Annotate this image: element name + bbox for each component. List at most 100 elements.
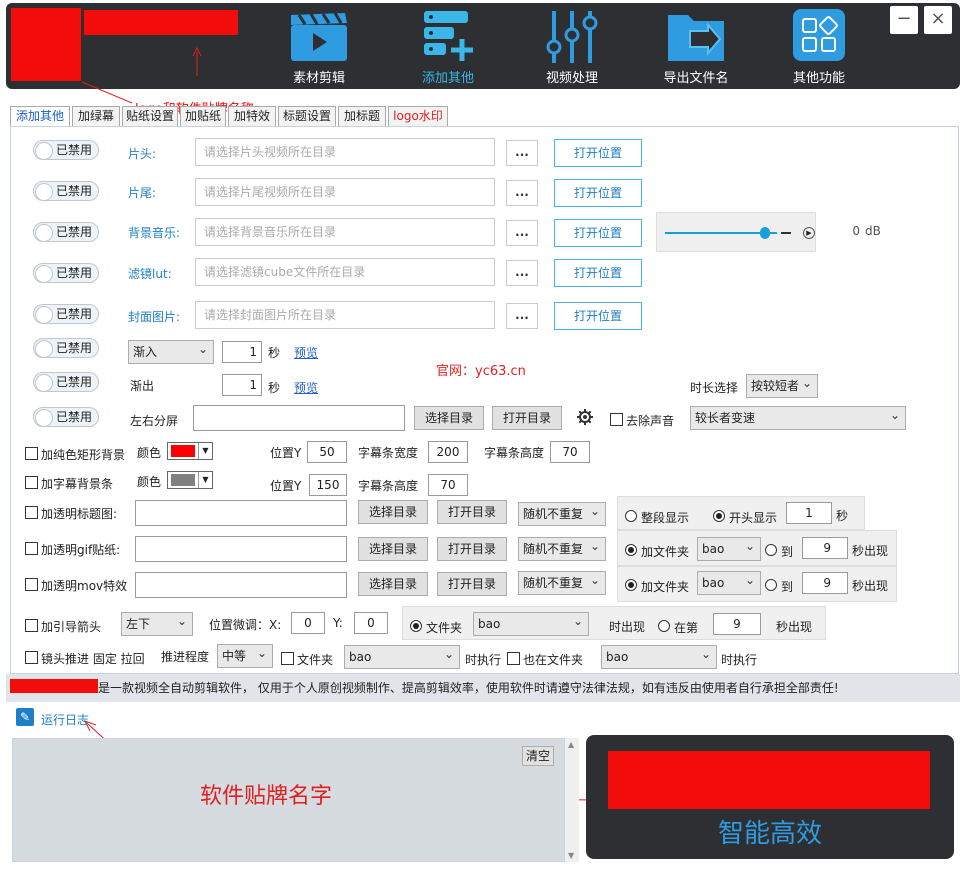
solid-width-input[interactable]: 200 [428, 441, 468, 463]
bgm-toggle[interactable]: 已禁用 [33, 222, 99, 242]
log-scrollbar[interactable]: ▲ ▼ [565, 738, 579, 862]
lens-folder-checkbox[interactable]: 文件夹 [281, 651, 333, 668]
gif-path[interactable] [135, 536, 347, 562]
lens-folder-select[interactable]: bao [344, 643, 460, 669]
gear-icon[interactable] [576, 408, 594, 426]
intro-open-button[interactable]: 打开位置 [554, 139, 642, 167]
sub-pos-input[interactable]: 150 [309, 474, 347, 496]
mov-to-radio[interactable]: 到 [765, 578, 793, 595]
mov-seconds-input[interactable]: 9 [802, 572, 848, 594]
intro-browse-button[interactable]: ... [506, 140, 538, 166]
fadein-select[interactable]: 渐入 [128, 338, 214, 364]
play-icon[interactable]: ▶ [803, 227, 815, 239]
tab-logo-watermark[interactable]: logo水印 [388, 106, 448, 126]
solid-height-input[interactable]: 70 [550, 441, 590, 463]
arrow-at-radio[interactable]: 在第 [658, 619, 698, 636]
solid-pos-input[interactable]: 50 [307, 441, 347, 463]
fadein-toggle[interactable]: 已禁用 [33, 338, 99, 358]
volume-slider-thumb[interactable] [760, 227, 771, 239]
tab-add-other[interactable]: 添加其他 [10, 106, 70, 127]
intro-toggle[interactable]: 已禁用 [33, 140, 99, 160]
cover-path-input[interactable]: 请选择封面图片所在目录 [195, 301, 495, 329]
split-toggle[interactable]: 已禁用 [33, 407, 99, 427]
arrow-seconds-input[interactable]: 9 [713, 613, 761, 635]
mov-mode-select[interactable]: 随机不重复 [518, 569, 606, 595]
sub-height-input[interactable]: 70 [428, 474, 468, 496]
volume-value[interactable]: 0 [826, 224, 860, 238]
mute-checkbox[interactable]: 去除声音 [610, 412, 674, 429]
intro-path-input[interactable]: 请选择片头视频所在目录 [195, 138, 495, 166]
push-degree-select[interactable]: 中等 [217, 642, 273, 668]
cover-toggle[interactable]: 已禁用 [33, 304, 99, 324]
title-open-button[interactable]: 打开目录 [437, 500, 507, 524]
lut-toggle[interactable]: 已禁用 [33, 263, 99, 283]
mov-folder-select[interactable]: bao [697, 569, 761, 595]
mov-open-button[interactable]: 打开目录 [437, 572, 507, 596]
gif-folder-select[interactable]: bao [697, 535, 761, 561]
split-choose-button[interactable]: 选择目录 [414, 406, 484, 430]
gif-folder-radio[interactable]: 加文件夹 [625, 543, 689, 560]
outro-path-input[interactable]: 请选择片尾视频所在目录 [195, 178, 495, 206]
solid-bg-checkbox[interactable]: 加纯色矩形背景 [25, 446, 125, 463]
fadeout-preview-link[interactable]: 预览 [294, 379, 318, 396]
arrow-x-input[interactable]: 0 [291, 612, 325, 634]
tab-sticker-settings[interactable]: 贴纸设置 [122, 106, 178, 126]
lut-browse-button[interactable]: ... [506, 260, 538, 286]
whole-display-radio[interactable]: 整段显示 [625, 509, 689, 526]
title-choose-button[interactable]: 选择目录 [358, 500, 428, 524]
bgm-browse-button[interactable]: ... [506, 220, 538, 246]
outro-toggle[interactable]: 已禁用 [33, 181, 99, 201]
fadeout-seconds[interactable]: 1 [222, 374, 262, 396]
sub-color-picker[interactable]: ▼ [167, 471, 213, 489]
mov-choose-button[interactable]: 选择目录 [358, 572, 428, 596]
title-image-checkbox[interactable]: 加透明标题图: [25, 505, 117, 522]
lens-also-select[interactable]: bao [601, 643, 717, 669]
solid-color-picker[interactable]: ▼ [167, 442, 213, 460]
outro-browse-button[interactable]: ... [506, 180, 538, 206]
tab-title-settings[interactable]: 标题设置 [278, 106, 336, 126]
arrow-checkbox[interactable]: 加引导箭头 [25, 618, 101, 635]
clear-log-button[interactable]: 清空 [522, 746, 554, 766]
gif-choose-button[interactable]: 选择目录 [358, 537, 428, 561]
lens-also-checkbox[interactable]: 也在文件夹 [507, 651, 583, 668]
mov-checkbox[interactable]: 加透明mov特效 [25, 577, 127, 594]
mov-folder-radio[interactable]: 加文件夹 [625, 578, 689, 595]
split-path-input[interactable] [193, 405, 405, 431]
title-image-path[interactable] [135, 500, 347, 526]
duration-select[interactable]: 按较短者 [746, 372, 818, 398]
gif-mode-select[interactable]: 随机不重复 [518, 535, 606, 561]
gif-open-button[interactable]: 打开目录 [437, 537, 507, 561]
start-display-radio[interactable]: 开头显示 [713, 509, 777, 526]
sub-bg-checkbox[interactable]: 加字幕背景条 [25, 475, 113, 492]
mov-path[interactable] [135, 572, 347, 598]
tab-green-screen[interactable]: 加绿幕 [72, 106, 120, 126]
tab-add-title[interactable]: 加标题 [338, 106, 386, 126]
arrow-folder-select[interactable]: bao [473, 610, 589, 636]
solid-pos-label: 位置Y [270, 446, 302, 460]
gif-checkbox[interactable]: 加透明gif贴纸: [25, 541, 120, 558]
lens-push-checkbox[interactable]: 镜头推进 固定 拉回 [25, 650, 145, 667]
split-open-button[interactable]: 打开目录 [492, 406, 562, 430]
outro-open-button[interactable]: 打开位置 [554, 179, 642, 207]
gif-to-radio[interactable]: 到 [765, 543, 793, 560]
cover-open-button[interactable]: 打开位置 [554, 302, 642, 330]
title-mode-select[interactable]: 随机不重复 [518, 500, 606, 526]
fadein-seconds[interactable]: 1 [222, 341, 262, 363]
fadeout-toggle[interactable]: 已禁用 [33, 372, 99, 392]
cover-label: 封面图片: [128, 310, 181, 324]
arrow-position-select[interactable]: 左下 [121, 610, 193, 636]
fadein-preview-link[interactable]: 预览 [294, 344, 318, 361]
tab-add-effect[interactable]: 加特效 [228, 106, 276, 126]
arrow-y-input[interactable]: 0 [354, 612, 388, 634]
cover-browse-button[interactable]: ... [506, 303, 538, 329]
bgm-open-button[interactable]: 打开位置 [554, 219, 642, 247]
speed-select[interactable]: 较长者变速 [690, 404, 906, 430]
bgm-path-input[interactable]: 请选择背景音乐所在目录 [195, 218, 495, 246]
gif-seconds-input[interactable]: 9 [802, 537, 848, 559]
lut-path-input[interactable]: 请选择滤镜cube文件所在目录 [195, 258, 495, 286]
arrow-folder-radio[interactable]: 文件夹 [410, 619, 462, 636]
lut-open-button[interactable]: 打开位置 [554, 259, 642, 287]
title-seconds-input[interactable]: 1 [786, 502, 832, 524]
tab-add-sticker[interactable]: 加贴纸 [180, 106, 226, 126]
brand-name-placeholder [10, 679, 98, 693]
